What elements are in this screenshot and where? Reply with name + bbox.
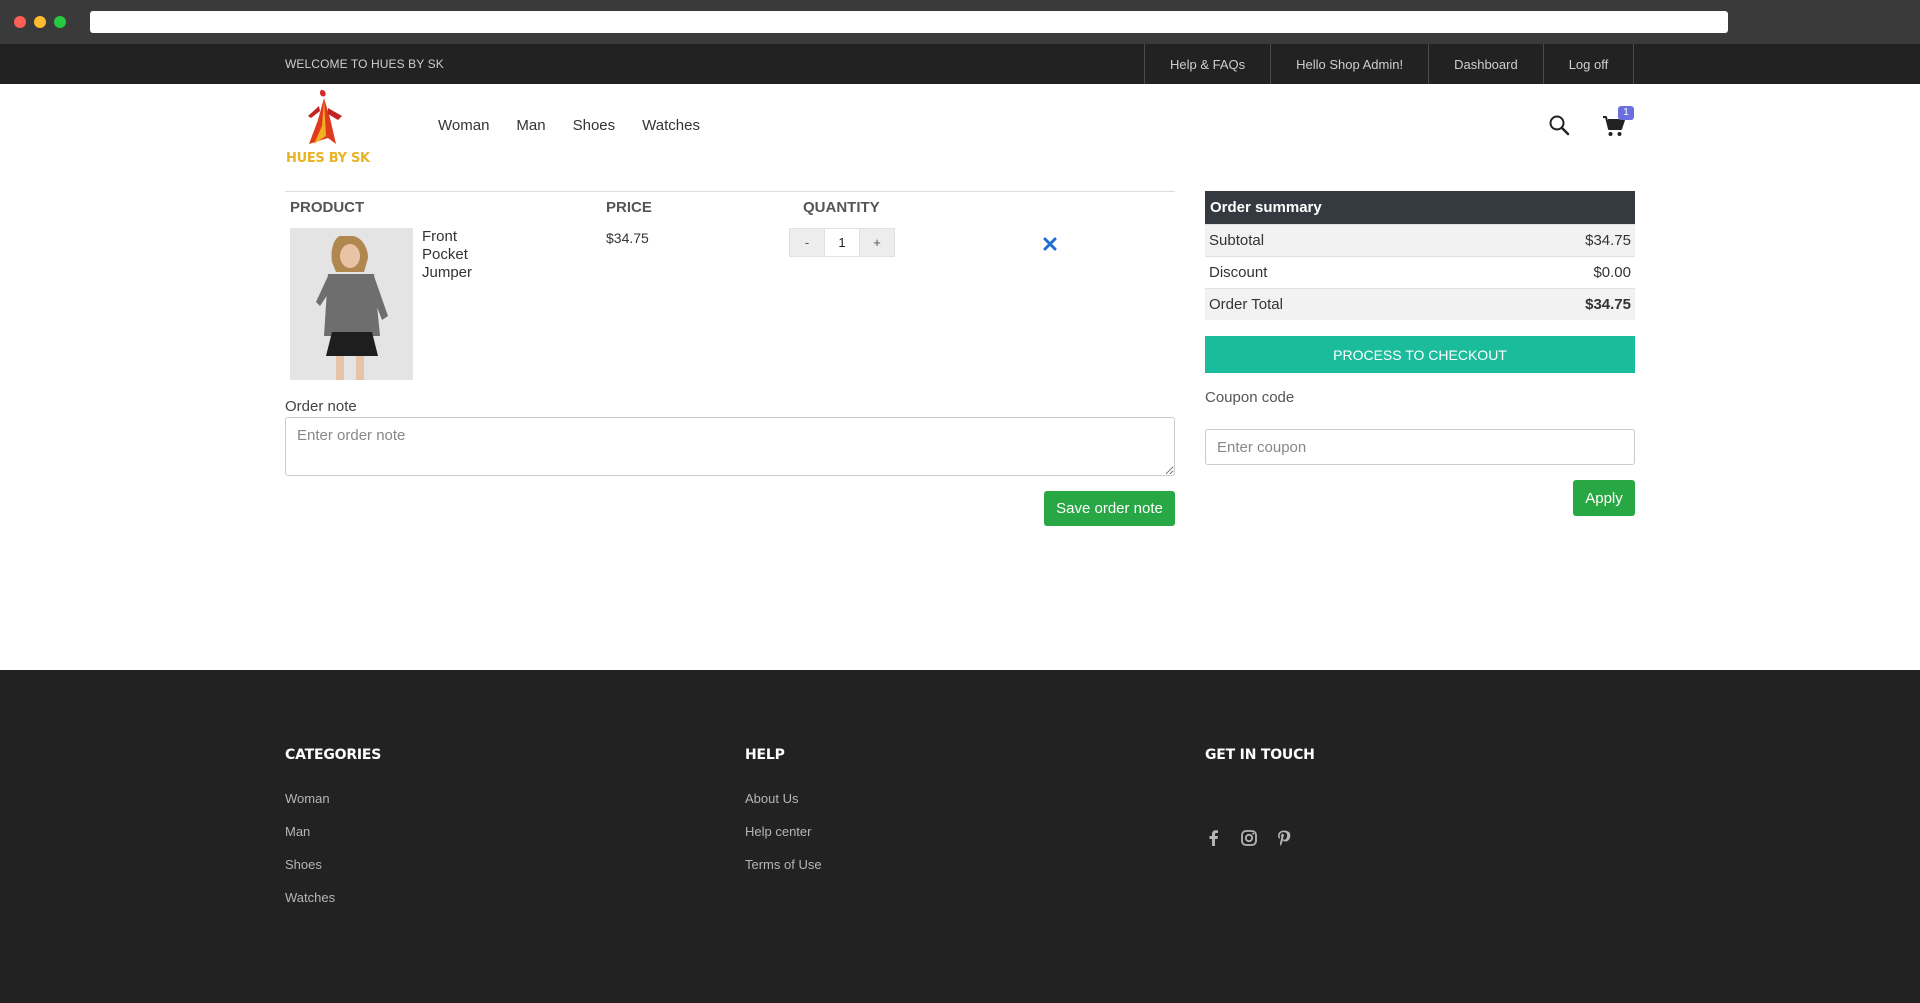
increase-quantity-button[interactable]: + <box>859 228 895 257</box>
search-icon[interactable] <box>1548 114 1570 136</box>
coupon-input[interactable] <box>1205 429 1635 465</box>
apply-coupon-button[interactable]: Apply <box>1573 480 1635 516</box>
social-links <box>1205 829 1293 847</box>
subtotal-row: Subtotal $34.75 <box>1205 224 1635 256</box>
remove-item-icon[interactable] <box>1042 236 1058 252</box>
cart-table-header: PRODUCT PRICE QUANTITY <box>285 191 1175 221</box>
help-faqs-link[interactable]: Help & FAQs <box>1144 44 1270 84</box>
pinterest-icon[interactable] <box>1275 829 1293 847</box>
decrease-quantity-button[interactable]: - <box>789 228 825 257</box>
nav-item-watches[interactable]: Watches <box>642 117 700 134</box>
discount-row: Discount $0.00 <box>1205 256 1635 288</box>
address-bar[interactable] <box>90 11 1728 33</box>
order-summary: Order summary Subtotal $34.75 Discount $… <box>1205 191 1635 320</box>
coupon-code-label: Coupon code <box>1205 389 1295 406</box>
discount-label: Discount <box>1209 264 1268 281</box>
dashboard-link[interactable]: Dashboard <box>1428 44 1543 84</box>
save-order-note-button[interactable]: Save order note <box>1044 491 1175 526</box>
order-summary-title: Order summary <box>1205 191 1635 224</box>
footer-help: HELP About Us Help center Terms of Use <box>745 747 822 890</box>
product-name[interactable]: Front Pocket Jumper <box>422 228 502 282</box>
cart-count-badge: 1 <box>1618 106 1634 120</box>
discount-value: $0.00 <box>1593 264 1631 281</box>
order-total-label: Order Total <box>1209 296 1283 313</box>
welcome-text: WELCOME TO HUES BY SK <box>285 57 444 71</box>
maximize-window-button[interactable] <box>54 16 66 28</box>
brand-logo-text: HUES BY SK <box>286 151 370 166</box>
site-footer: CATEGORIES Woman Man Shoes Watches HELP … <box>0 670 1920 1003</box>
footer-link-shoes[interactable]: Shoes <box>285 857 381 872</box>
quantity-value[interactable]: 1 <box>825 228 859 257</box>
footer-link-about-us[interactable]: About Us <box>745 791 822 806</box>
quantity-stepper: - 1 + <box>789 228 895 257</box>
minimize-window-button[interactable] <box>34 16 46 28</box>
top-links: Help & FAQs Hello Shop Admin! Dashboard … <box>1144 44 1635 84</box>
facebook-icon[interactable] <box>1205 829 1223 847</box>
close-window-button[interactable] <box>14 16 26 28</box>
footer-contact-title: GET IN TOUCH <box>1205 747 1315 763</box>
checkout-button[interactable]: PROCESS TO CHECKOUT <box>1205 336 1635 373</box>
quantity-column-header: QUANTITY <box>803 199 880 216</box>
footer-categories: CATEGORIES Woman Man Shoes Watches <box>285 747 381 923</box>
footer-help-title: HELP <box>745 747 785 763</box>
order-total-row: Order Total $34.75 <box>1205 288 1635 320</box>
browser-chrome <box>0 0 1920 44</box>
product-price: $34.75 <box>606 230 649 246</box>
footer-contact: GET IN TOUCH <box>1205 747 1315 791</box>
nav-item-man[interactable]: Man <box>516 117 545 134</box>
top-bar: WELCOME TO HUES BY SK Help & FAQs Hello … <box>0 44 1920 84</box>
main-nav: Woman Man Shoes Watches <box>438 117 700 134</box>
order-note-input[interactable] <box>285 417 1175 476</box>
subtotal-value: $34.75 <box>1585 232 1631 249</box>
footer-link-help-center[interactable]: Help center <box>745 824 822 839</box>
nav-item-woman[interactable]: Woman <box>438 117 489 134</box>
cart-table: PRODUCT PRICE QUANTITY <box>285 191 1175 221</box>
product-image[interactable] <box>290 228 413 380</box>
footer-link-man[interactable]: Man <box>285 824 381 839</box>
order-note-label: Order note <box>285 398 357 415</box>
order-total-value: $34.75 <box>1585 296 1631 313</box>
footer-categories-title: CATEGORIES <box>285 747 382 763</box>
log-off-link[interactable]: Log off <box>1542 44 1635 84</box>
account-greeting-link[interactable]: Hello Shop Admin! <box>1270 44 1428 84</box>
nav-item-shoes[interactable]: Shoes <box>573 117 616 134</box>
footer-link-watches[interactable]: Watches <box>285 890 381 905</box>
price-column-header: PRICE <box>606 199 652 216</box>
instagram-icon[interactable] <box>1240 829 1258 847</box>
subtotal-label: Subtotal <box>1209 232 1265 249</box>
footer-link-terms[interactable]: Terms of Use <box>745 857 822 872</box>
footer-link-woman[interactable]: Woman <box>285 791 381 806</box>
product-column-header: PRODUCT <box>290 199 365 216</box>
